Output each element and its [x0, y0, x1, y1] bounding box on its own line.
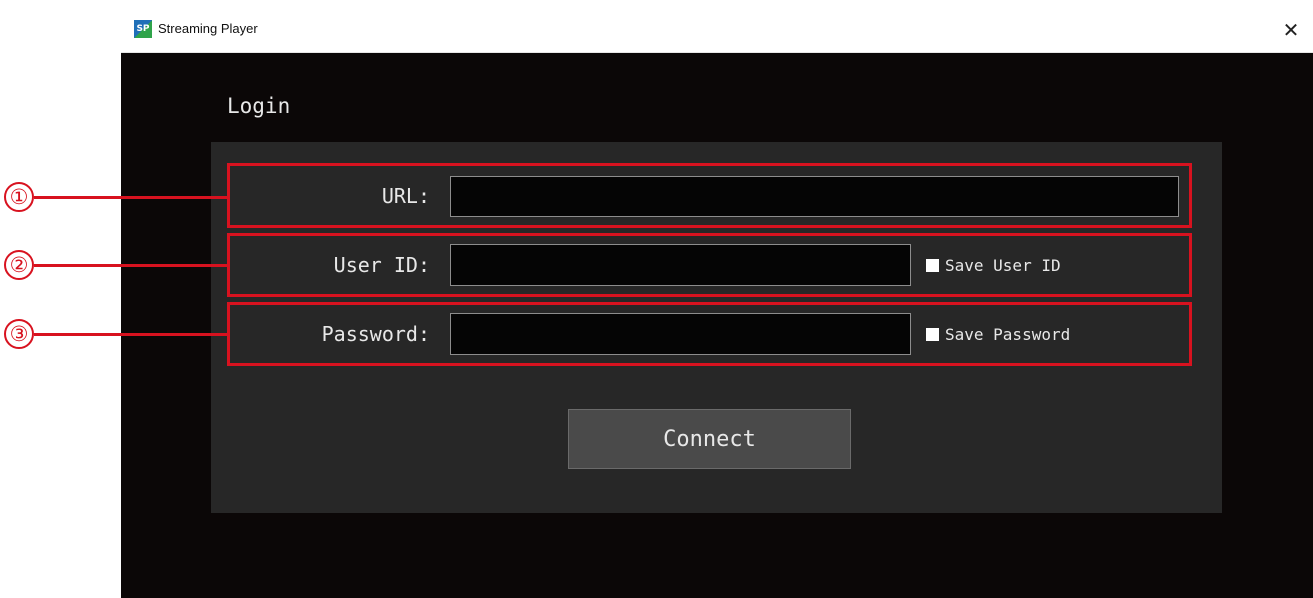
url-input[interactable]	[450, 176, 1179, 217]
callout-leader-1	[34, 196, 227, 199]
save-userid-checkbox[interactable]: Save User ID	[926, 256, 1061, 275]
save-password-checkbox[interactable]: Save Password	[926, 325, 1070, 344]
callout-marker-3: ③	[4, 319, 34, 349]
callout-leader-2	[34, 264, 227, 267]
window-title: Streaming Player	[158, 21, 258, 36]
save-password-label: Save Password	[945, 325, 1071, 344]
userid-input[interactable]	[450, 244, 911, 286]
url-label: URL:	[381, 184, 430, 208]
password-input[interactable]	[450, 313, 911, 355]
page-title: Login	[227, 94, 291, 118]
callout-marker-2: ②	[4, 250, 34, 280]
close-button[interactable]: ✕	[1274, 13, 1308, 47]
callout-marker-1: ①	[4, 182, 34, 212]
save-userid-label: Save User ID	[945, 256, 1061, 275]
userid-label: User ID:	[333, 253, 430, 277]
checkbox-square-icon[interactable]	[926, 328, 939, 341]
password-label: Password:	[321, 322, 430, 346]
callout-leader-3	[34, 333, 227, 336]
connect-button[interactable]: Connect	[568, 409, 851, 469]
app-logo-icon: SP	[134, 20, 152, 38]
title-bar: SP Streaming Player ✕	[121, 9, 1313, 53]
checkbox-square-icon[interactable]	[926, 259, 939, 272]
